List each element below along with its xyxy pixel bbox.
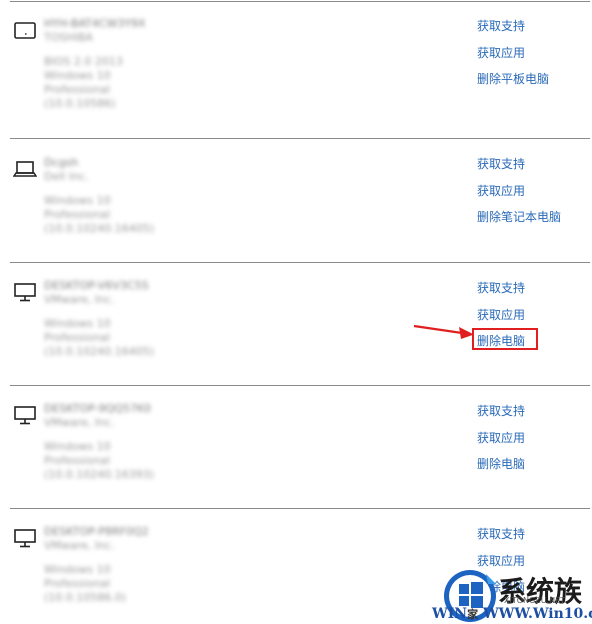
remove-laptop-link[interactable]: 删除笔记本电脑 (477, 208, 577, 235)
device-row-desktop: DESKTOP-V6V3C5S VMware, Inc. Windows 10 … (0, 263, 592, 385)
watermark: 系统族 WIN家 WWW.Win10.com XITONGZU.NET (432, 566, 592, 624)
get-support-link[interactable]: 获取支持 (477, 525, 577, 552)
device-maker: TOSHIBA (44, 31, 93, 44)
desktop-icon (14, 406, 36, 425)
device-edition: Professional (44, 454, 111, 467)
watermark-url-prefix: WIN (432, 606, 468, 622)
device-info: DESKTOP-V6V3C5S VMware, Inc. Windows 10 … (44, 279, 194, 359)
device-info: DESKTOP-9QQ57K0 VMware, Inc. Windows 10 … (44, 402, 194, 482)
device-row-laptop: Dcgsh Dell Inc. Windows 10 Professional … (0, 139, 592, 262)
get-support-link[interactable]: 获取支持 (477, 17, 577, 44)
device-name: Dcgsh (44, 156, 79, 169)
watermark-url-mid: 家 (467, 608, 479, 621)
watermark-url-text: WWW.Win10.com (482, 606, 592, 622)
desktop-icon (14, 283, 36, 302)
device-name: DESKTOP-V6V3C5S (44, 279, 149, 292)
device-os: Windows 10 (44, 194, 111, 207)
get-support-link[interactable]: 获取支持 (477, 402, 577, 429)
get-support-link[interactable]: 获取支持 (477, 279, 577, 306)
device-info: DESKTOP-P8RF0Q2 VMware, Inc. Windows 10 … (44, 525, 194, 605)
device-actions: 获取支持 获取应用 删除笔记本电脑 (477, 155, 577, 235)
watermark-subtext: XITONGZU.NET (504, 596, 566, 605)
device-edition: Professional (44, 208, 111, 221)
device-actions: 获取支持 获取应用 删除平板电脑 (477, 17, 577, 97)
device-edition: Professional (44, 83, 111, 96)
get-apps-link[interactable]: 获取应用 (477, 429, 577, 456)
device-name: DESKTOP-9QQ57K0 (44, 402, 152, 415)
device-version: (10.0.10240.16393) (44, 468, 155, 481)
get-apps-link[interactable]: 获取应用 (477, 44, 577, 71)
highlight-box (472, 328, 538, 350)
device-maker: Dell Inc. (44, 170, 89, 183)
device-row-tablet: HYH-BAT4CW3Y9X TOSHIBA BIOS 2.0 2013 Win… (0, 0, 592, 138)
device-os: Windows 10 (44, 563, 111, 576)
device-version: (10.0.10586) (44, 97, 116, 110)
device-actions: 获取支持 获取应用 删除电脑 (477, 402, 577, 482)
device-info: Dcgsh Dell Inc. Windows 10 Professional … (44, 156, 194, 236)
remove-pc-link[interactable]: 删除电脑 (477, 455, 577, 482)
device-row-desktop: DESKTOP-9QQ57K0 VMware, Inc. Windows 10 … (0, 386, 592, 508)
get-apps-link[interactable]: 获取应用 (477, 182, 577, 209)
watermark-url: WIN家 WWW.Win10.com (432, 606, 592, 622)
device-maker: VMware, Inc. (44, 293, 115, 306)
get-support-link[interactable]: 获取支持 (477, 155, 577, 182)
desktop-icon (14, 529, 36, 548)
remove-tablet-link[interactable]: 删除平板电脑 (477, 70, 577, 97)
red-arrow-icon (413, 324, 474, 339)
device-version: (10.0.10240.16405) (44, 345, 155, 358)
device-edition: Professional (44, 577, 111, 590)
device-os: Windows 10 (44, 440, 111, 453)
device-os: Windows 10 (44, 317, 111, 330)
device-info: HYH-BAT4CW3Y9X TOSHIBA BIOS 2.0 2013 Win… (44, 17, 194, 111)
device-os: Windows 10 (44, 69, 111, 82)
device-maker: VMware, Inc. (44, 416, 115, 429)
laptop-icon (13, 161, 37, 177)
device-spec: BIOS 2.0 2013 (44, 55, 123, 68)
device-version: (10.0.10586.0) (44, 591, 127, 604)
device-version: (10.0.10240.16405) (44, 222, 155, 235)
device-maker: VMware, Inc. (44, 539, 115, 552)
device-edition: Professional (44, 331, 111, 344)
device-name: DESKTOP-P8RF0Q2 (44, 525, 149, 538)
device-name: HYH-BAT4CW3Y9X (44, 17, 146, 30)
tablet-icon (14, 22, 36, 39)
